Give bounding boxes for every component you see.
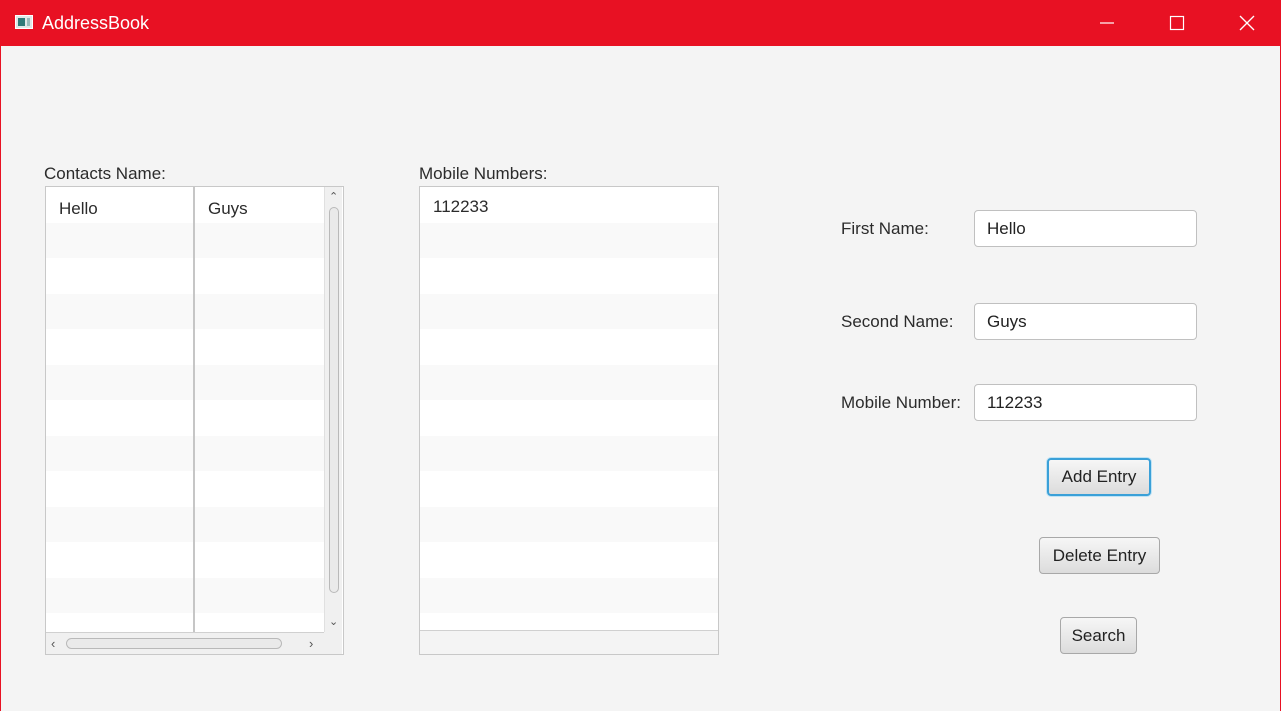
table-row[interactable]: [46, 577, 324, 613]
mobile-rows: 112233: [420, 187, 718, 613]
list-item[interactable]: [420, 329, 718, 365]
maximize-icon: [1169, 15, 1185, 31]
table-row[interactable]: [46, 293, 324, 329]
table-row[interactable]: [46, 506, 324, 542]
table-row[interactable]: [46, 471, 324, 507]
list-item[interactable]: 112233: [420, 187, 718, 223]
mobile-number-label: Mobile Number:: [841, 393, 961, 412]
list-item[interactable]: [420, 293, 718, 329]
horizontal-scrollbar[interactable]: ‹ ›: [46, 632, 324, 654]
list-item[interactable]: [420, 577, 718, 613]
table-row[interactable]: Hello Guys: [46, 187, 324, 223]
table-row[interactable]: [46, 222, 324, 258]
minimize-icon: [1100, 22, 1114, 24]
list-item[interactable]: [420, 364, 718, 400]
table-row[interactable]: [46, 400, 324, 436]
contact-second-name-cell[interactable]: Guys: [208, 199, 248, 219]
contacts-table[interactable]: Hello Guys ⌃ ⌄ ‹ ›: [45, 186, 344, 655]
list-item[interactable]: [420, 542, 718, 578]
maximize-button[interactable]: [1142, 0, 1212, 46]
list-item[interactable]: [420, 258, 718, 294]
second-name-label: Second Name:: [841, 312, 954, 331]
add-entry-button[interactable]: Add Entry: [1047, 458, 1151, 496]
mobiles-label: Mobile Numbers:: [419, 164, 548, 183]
search-button[interactable]: Search: [1060, 617, 1137, 654]
window-title: AddressBook: [42, 13, 150, 33]
column-divider[interactable]: [193, 187, 195, 632]
contact-first-name-cell[interactable]: Hello: [59, 199, 98, 219]
scrollbar-corner: [324, 632, 342, 654]
list-item[interactable]: [420, 222, 718, 258]
mobile-number-input[interactable]: [974, 384, 1197, 421]
vertical-scroll-thumb[interactable]: [329, 207, 339, 593]
table-row[interactable]: [46, 258, 324, 294]
table-row[interactable]: [46, 329, 324, 365]
chevron-right-icon[interactable]: ›: [309, 637, 313, 650]
vertical-scrollbar[interactable]: ⌃ ⌄: [324, 187, 342, 632]
chevron-left-icon[interactable]: ‹: [51, 637, 55, 650]
contacts-label: Contacts Name:: [44, 164, 166, 183]
title-bar[interactable]: AddressBook: [1, 0, 1281, 46]
minimize-button[interactable]: [1072, 0, 1142, 46]
delete-entry-button[interactable]: Delete Entry: [1039, 537, 1160, 574]
first-name-input[interactable]: [974, 210, 1197, 247]
horizontal-scroll-thumb[interactable]: [66, 638, 282, 649]
list-item[interactable]: [420, 506, 718, 542]
list-footer: [420, 630, 718, 654]
list-item[interactable]: [420, 400, 718, 436]
app-window: AddressBook Contacts Name: Hello Guys ⌃ …: [0, 0, 1281, 711]
app-icon: [15, 15, 33, 29]
chevron-down-icon[interactable]: ⌄: [329, 617, 338, 628]
table-row[interactable]: [46, 542, 324, 578]
close-icon: [1239, 15, 1255, 31]
contacts-rows: Hello Guys: [46, 187, 324, 649]
table-row[interactable]: [46, 364, 324, 400]
first-name-label: First Name:: [841, 219, 929, 238]
list-item[interactable]: [420, 471, 718, 507]
table-row[interactable]: [46, 435, 324, 471]
mobile-numbers-list[interactable]: 112233: [419, 186, 719, 655]
chevron-up-icon[interactable]: ⌃: [329, 192, 338, 203]
list-item[interactable]: [420, 435, 718, 471]
mobile-number-cell[interactable]: 112233: [433, 197, 488, 217]
second-name-input[interactable]: [974, 303, 1197, 340]
close-button[interactable]: [1212, 0, 1281, 46]
